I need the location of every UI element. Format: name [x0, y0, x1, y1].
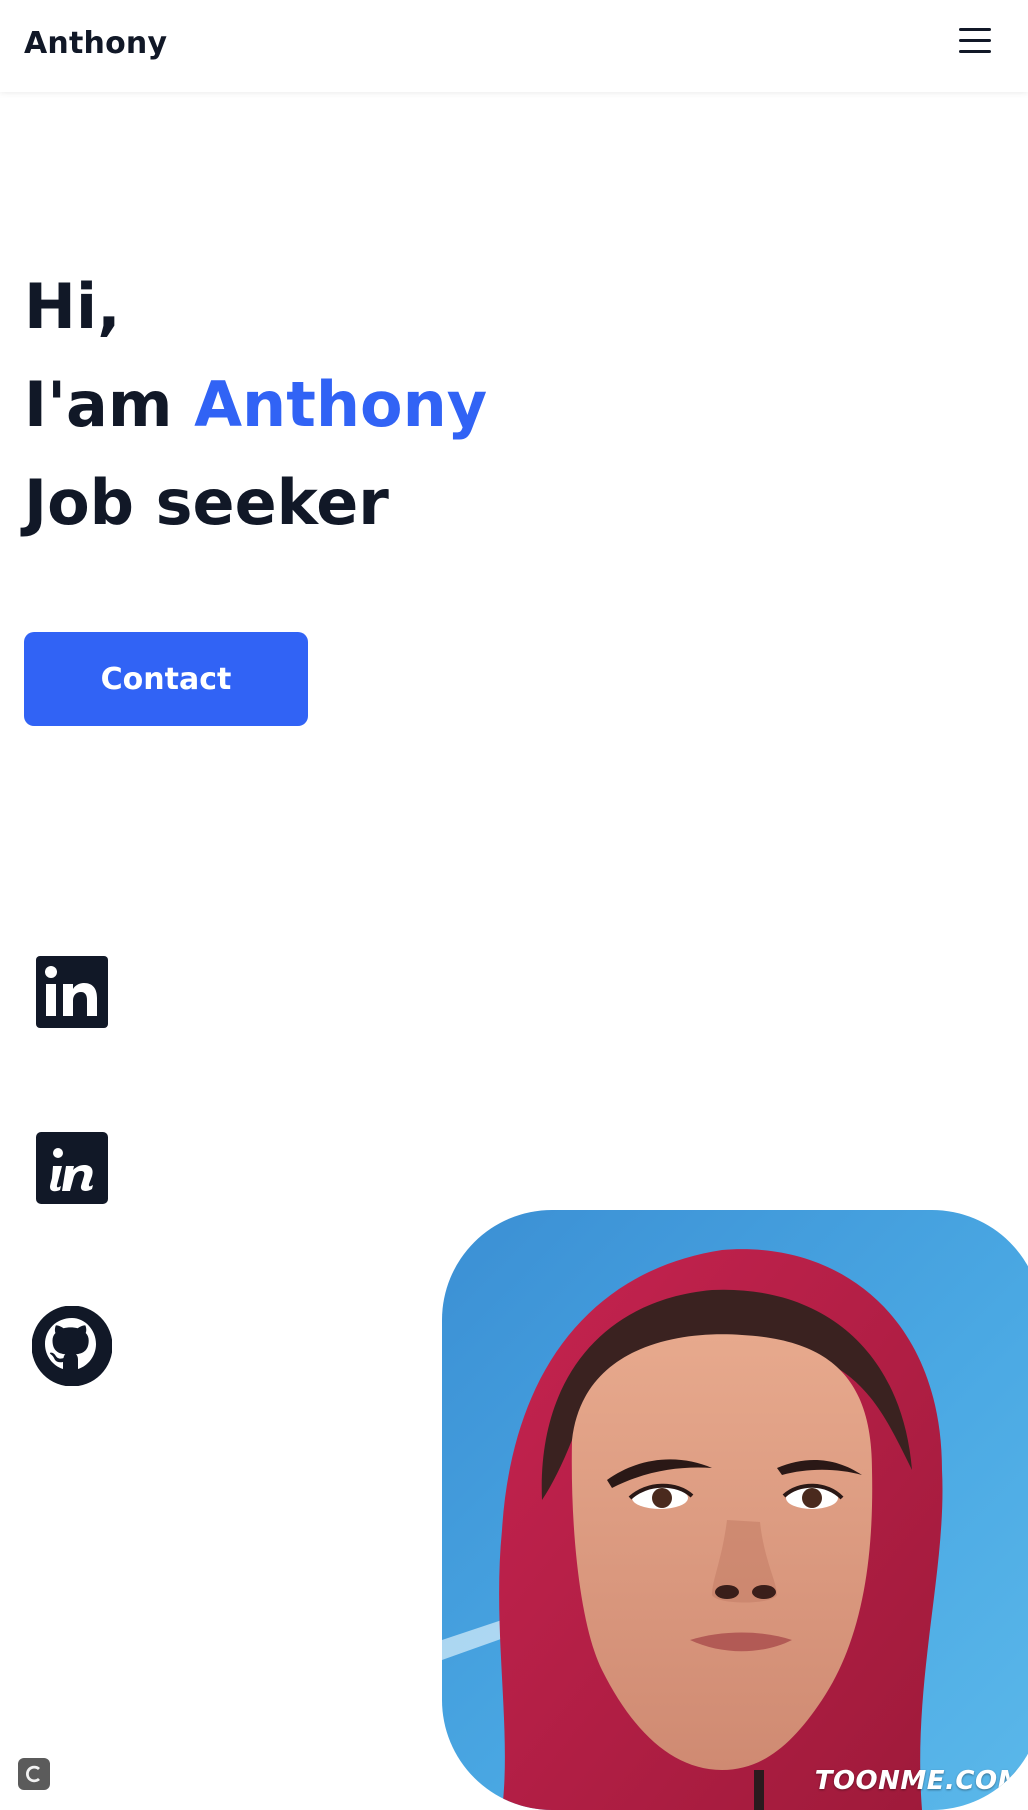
refresh-icon[interactable] [18, 1758, 50, 1790]
invision-icon[interactable] [36, 1132, 108, 1204]
contact-button[interactable]: Contact [24, 632, 308, 726]
watermark: TOONME.COM [814, 1766, 1024, 1796]
linkedin-icon[interactable] [36, 956, 108, 1028]
hero-role: Job seeker [24, 466, 389, 539]
github-icon[interactable] [31, 1305, 113, 1387]
hero-intro-prefix: I'am [24, 368, 195, 441]
hero-intro: I'am Anthony [24, 374, 487, 436]
site-header: Anthony [0, 0, 1028, 92]
site-logo[interactable]: Anthony [24, 26, 167, 61]
portrait-image: TOONME.COM [442, 1210, 1028, 1810]
hamburger-menu-icon[interactable] [955, 24, 997, 58]
hero-name: Anthony [194, 368, 488, 441]
hero-greeting: Hi, [24, 270, 121, 343]
